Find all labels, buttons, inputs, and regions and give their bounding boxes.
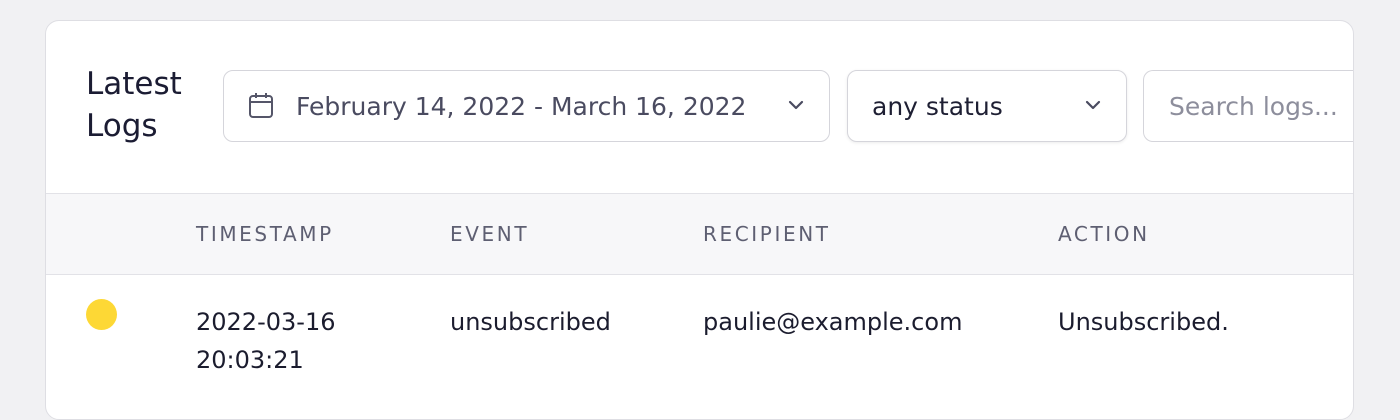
- page-title: Latest Logs: [86, 63, 182, 147]
- column-header-recipient[interactable]: RECIPIENT: [703, 222, 831, 246]
- chevron-down-icon: [1084, 96, 1102, 114]
- action-cell: Unsubscribed.: [1058, 308, 1229, 336]
- title-line-2: Logs: [86, 108, 158, 144]
- column-header-action[interactable]: ACTION: [1058, 222, 1150, 246]
- calendar-icon: [248, 92, 274, 120]
- timestamp-date: 2022-03-16: [196, 308, 336, 336]
- search-input[interactable]: [1169, 91, 1353, 121]
- column-header-timestamp[interactable]: TIMESTAMP: [196, 222, 334, 246]
- recipient-cell: paulie@example.com: [703, 308, 963, 336]
- timestamp-cell: 2022-03-16 20:03:21: [196, 303, 335, 379]
- search-box: [1143, 70, 1353, 142]
- date-range-picker[interactable]: February 14, 2022 - March 16, 2022: [223, 70, 830, 142]
- logs-header: Latest Logs February 14, 2022 - March 16…: [46, 21, 1353, 194]
- status-indicator-dot: [86, 299, 117, 330]
- timestamp-time: 20:03:21: [196, 346, 304, 374]
- table-row[interactable]: 2022-03-16 20:03:21 unsubscribed paulie@…: [46, 275, 1353, 419]
- date-range-value: February 14, 2022 - March 16, 2022: [296, 91, 747, 121]
- column-header-event[interactable]: EVENT: [450, 222, 529, 246]
- logs-card: Latest Logs February 14, 2022 - March 16…: [45, 20, 1354, 420]
- chevron-down-icon: [787, 96, 805, 114]
- status-filter-value: any status: [872, 91, 1003, 121]
- event-cell: unsubscribed: [450, 308, 611, 336]
- status-filter-select[interactable]: any status: [847, 70, 1127, 142]
- table-header: TIMESTAMP EVENT RECIPIENT ACTION: [46, 194, 1353, 275]
- title-line-1: Latest: [86, 66, 182, 102]
